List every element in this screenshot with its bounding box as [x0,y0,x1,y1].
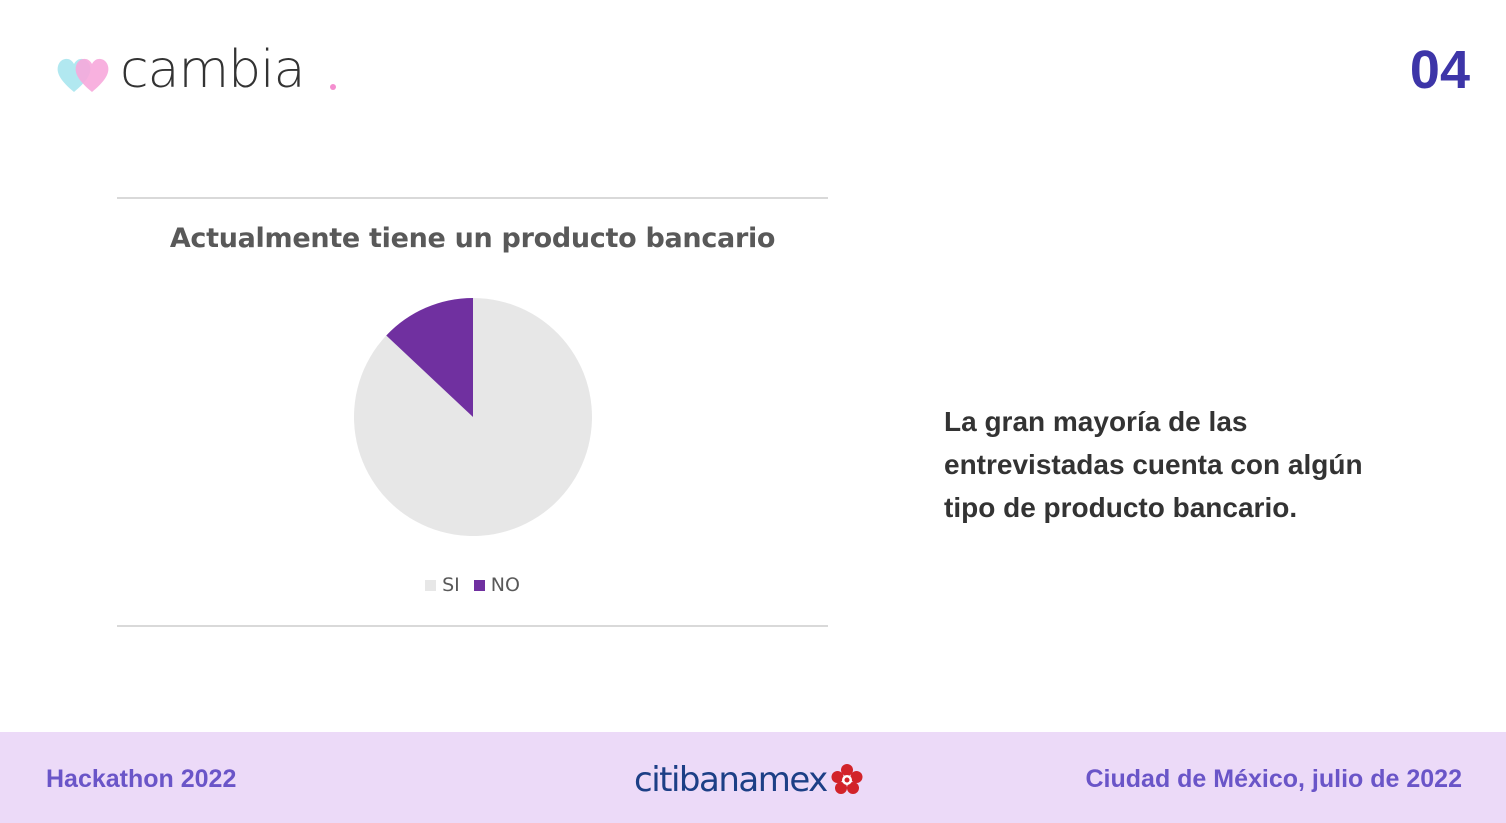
legend-item-si: SI [425,574,460,596]
legend-item-no: NO [473,574,520,596]
legend-label: SI [442,574,460,596]
legend-swatch [425,579,437,591]
event-name: Hackathon 2022 [46,765,237,793]
page-number: 04 [1409,40,1470,100]
brand-dot [330,84,336,90]
pie-chart [354,298,592,536]
chart-panel: Actualmente tiene un producto bancario S… [117,197,828,627]
flower-icon [831,764,863,794]
sponsor-logo: citibanamex [634,760,865,800]
sponsor-name: citibanamex [634,760,828,800]
brand-name: cambia [120,40,305,100]
footer: Hackathon 2022 citibanamex Ciudad de Méx… [0,732,1506,823]
insight-text: La gran mayoría de las entrevistadas cue… [944,406,1363,523]
legend-swatch [473,579,485,591]
hearts-icon [57,58,109,92]
cambia-logo: cambia [56,40,356,104]
legend-label: NO [490,574,520,596]
location-date: Ciudad de México, julio de 2022 [1085,765,1463,793]
chart-legend: SI NO [117,574,828,596]
